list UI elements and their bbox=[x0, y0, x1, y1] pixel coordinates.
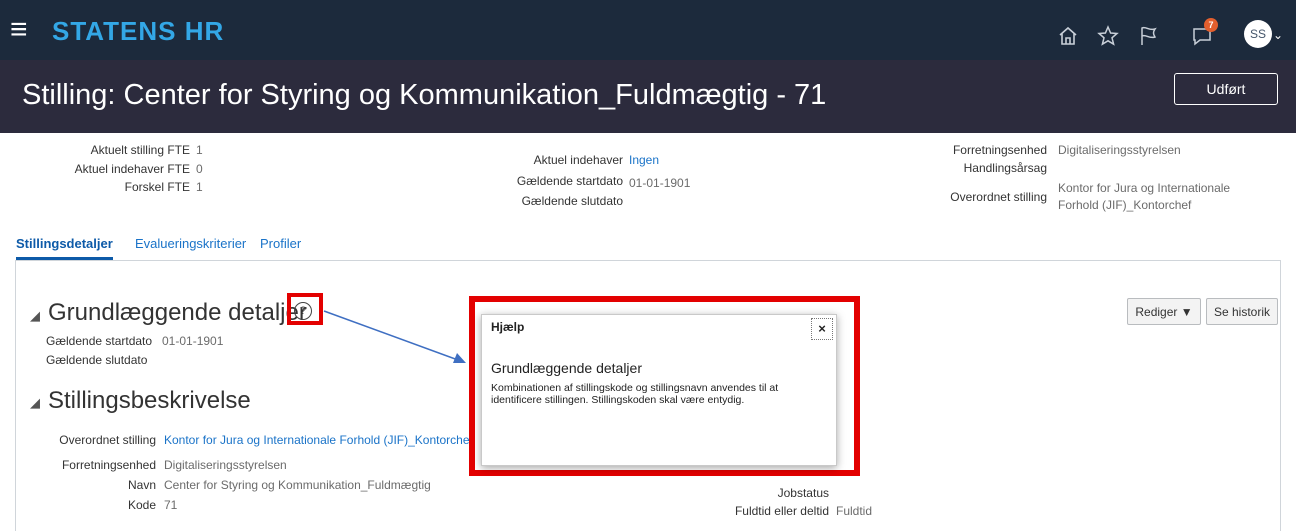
tab-evalueringskriterier[interactable]: Evalueringskriterier bbox=[135, 235, 246, 253]
chevron-down-icon[interactable]: ⌄ bbox=[1273, 28, 1283, 42]
hamburger-icon[interactable]: ≡ bbox=[10, 10, 28, 50]
view-history-button[interactable]: Se historik bbox=[1206, 298, 1278, 325]
field-label: Gældende slutdato bbox=[46, 353, 148, 367]
flag-icon[interactable] bbox=[1136, 24, 1160, 48]
edit-dropdown-button[interactable]: Rediger ▼ bbox=[1127, 298, 1201, 325]
section-heading-description: Stillingsbeskrivelse bbox=[48, 387, 251, 414]
field-value: Digitaliseringsstyrelsen bbox=[164, 458, 287, 472]
field-value: Fuldtid bbox=[836, 504, 873, 518]
summary-value: 1 bbox=[196, 143, 203, 157]
page-title: Stilling: Center for Styring og Kommunik… bbox=[22, 79, 827, 111]
collapse-triangle-icon[interactable]: ◢ bbox=[30, 395, 40, 411]
help-popup-text: Kombinationen af stillingskode og stilli… bbox=[491, 382, 779, 406]
summary-label: Gældende slutdato bbox=[521, 194, 623, 208]
star-icon[interactable] bbox=[1096, 24, 1120, 48]
summary-value: 1 bbox=[196, 180, 203, 194]
current-holder-link[interactable]: Ingen bbox=[629, 152, 659, 168]
notification-badge: 7 bbox=[1204, 18, 1218, 32]
summary-value: Kontor for Jura og Internationale bbox=[1058, 181, 1231, 195]
summary-label: Forskel FTE bbox=[124, 180, 190, 194]
summary-label: Aktuel indehaver bbox=[533, 153, 623, 167]
summary-value: Forhold (JIF)_Kontorchef bbox=[1058, 198, 1192, 212]
tab-profiler[interactable]: Profiler bbox=[260, 235, 301, 253]
field-value: 71 bbox=[164, 498, 178, 512]
annotation-arrow bbox=[323, 310, 466, 363]
close-icon[interactable]: × bbox=[811, 318, 833, 340]
summary-label: Aktuelt stilling FTE bbox=[90, 143, 190, 157]
summary-value: 0 bbox=[196, 162, 203, 176]
summary-value: 01-01-1901 bbox=[629, 176, 691, 190]
done-button[interactable]: Udført bbox=[1174, 73, 1278, 105]
collapse-triangle-icon[interactable]: ◢ bbox=[30, 308, 40, 324]
field-value: 01-01-1901 bbox=[162, 334, 224, 348]
field-label: Forretningsenhed bbox=[61, 458, 156, 472]
summary-label: Handlingsårsag bbox=[963, 161, 1047, 175]
field-label: Navn bbox=[127, 478, 156, 492]
tab-stillingsdetaljer[interactable]: Stillingsdetaljer bbox=[16, 235, 113, 260]
field-label: Kode bbox=[127, 498, 156, 512]
field-label: Overordnet stilling bbox=[59, 433, 156, 447]
summary-label: Gældende startdato bbox=[516, 174, 623, 188]
field-label: Jobstatus bbox=[777, 486, 829, 500]
help-popup-heading: Grundlæggende detaljer bbox=[491, 360, 642, 376]
home-icon[interactable] bbox=[1056, 24, 1080, 48]
summary-value: Digitaliseringsstyrelsen bbox=[1058, 143, 1181, 157]
field-value: Center for Styring og Kommunikation_Fuld… bbox=[164, 478, 431, 492]
field-label: Fuldtid eller deltid bbox=[734, 504, 829, 518]
parent-position-link[interactable]: Kontor for Jura og Internationale Forhol… bbox=[164, 432, 473, 448]
help-icon-highlight bbox=[287, 293, 323, 325]
help-popup-title: Hjælp bbox=[491, 320, 525, 334]
summary-label: Overordnet stilling bbox=[950, 190, 1047, 204]
field-label: Gældende startdato bbox=[46, 334, 153, 348]
summary-label: Aktuel indehaver FTE bbox=[74, 162, 190, 176]
user-avatar[interactable]: SS bbox=[1244, 20, 1272, 48]
summary-label: Forretningsenhed bbox=[952, 143, 1047, 157]
section-heading-basic-details: Grundlæggende detaljer bbox=[48, 299, 307, 326]
brand-logo[interactable]: STATENS HR bbox=[52, 16, 224, 46]
